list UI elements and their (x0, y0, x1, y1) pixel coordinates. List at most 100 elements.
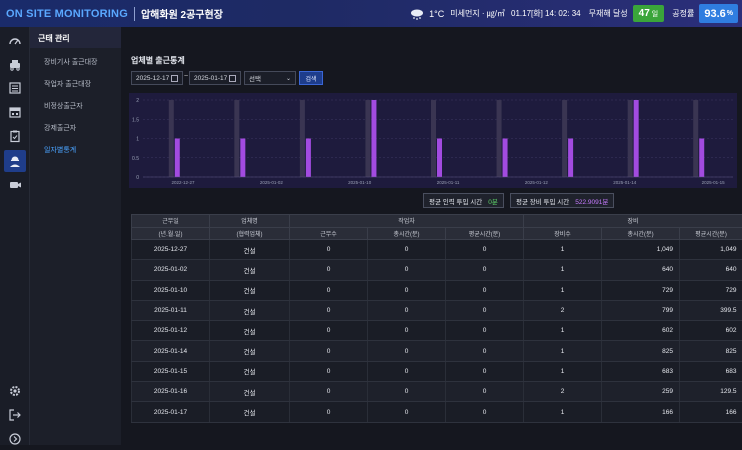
avg-worker-value: 0분 (488, 196, 498, 206)
table-cell: 1 (524, 321, 602, 341)
table-cell: 2 (524, 382, 602, 402)
table-row[interactable]: 2025-01-16건설0002259129.5 (132, 382, 742, 402)
table-cell: 0 (290, 341, 368, 361)
calendar-icon[interactable] (229, 75, 236, 82)
table-cell: 2025-01-16 (132, 382, 210, 402)
table-cell: 1 (524, 341, 602, 361)
table-cell: 0 (368, 402, 446, 422)
table-row[interactable]: 2025-12-27건설00011,0491,049 (132, 240, 742, 260)
list-icon[interactable] (4, 77, 26, 99)
table-cell: 0 (368, 321, 446, 341)
col-date-format: (년.월.일) (132, 227, 210, 240)
table-row[interactable]: 2025-01-17건설0001166166 (132, 402, 742, 422)
table-cell: 2 (524, 300, 602, 320)
table-cell: 0 (446, 300, 524, 320)
bar-equipment (437, 139, 442, 178)
calendar-icon[interactable] (4, 101, 26, 123)
table-row[interactable]: 2025-01-12건설0001602602 (132, 321, 742, 341)
table-cell: 건설 (210, 300, 290, 320)
x-tick-label: 2025-01-11 (437, 180, 460, 185)
bar-equipment (240, 139, 245, 178)
start-date-value: 2025-12-17 (136, 75, 169, 82)
table-cell: 729 (680, 280, 742, 300)
table-cell: 2025-01-10 (132, 280, 210, 300)
clipboard-icon[interactable] (4, 125, 26, 147)
table-cell: 건설 (210, 382, 290, 402)
avg-equip-label: 평균 장비 투입 시간 (516, 196, 569, 206)
col-partner: (협력업체) (210, 227, 290, 240)
table-cell: 2025-01-15 (132, 361, 210, 381)
dashboard-icon[interactable] (4, 30, 26, 52)
y-tick-label: 0.5 (132, 156, 139, 162)
x-tick-label: 2025-01-02 (260, 180, 284, 185)
table-cell: 건설 (210, 402, 290, 422)
bar-equipment (699, 139, 704, 178)
table-cell: 0 (446, 361, 524, 381)
table-cell: 2025-12-27 (132, 240, 210, 260)
table-cell: 683 (680, 361, 742, 381)
dust-level: 미세먼지 · ㎍/㎥ (450, 8, 505, 19)
table-cell: 건설 (210, 240, 290, 260)
nav-item-forced-attendance[interactable]: 강제출근자 (44, 123, 76, 133)
progress-unit: % (727, 10, 733, 17)
x-tick-label: 2025-01-10 (348, 180, 372, 185)
table-cell: 1,049 (680, 240, 742, 260)
table-cell: 0 (368, 361, 446, 381)
chevron-down-icon: ⌄ (286, 75, 291, 82)
table-cell: 602 (680, 321, 742, 341)
table-cell: 0 (446, 382, 524, 402)
table-cell: 0 (446, 321, 524, 341)
progress-value: 93.6 (704, 8, 725, 20)
x-tick-label: 2025-01-12 (525, 180, 549, 185)
expand-icon[interactable] (4, 428, 26, 450)
avg-worker-time: 평균 인력 투입 시간 0분 (423, 193, 504, 208)
nav-item-daily-stats[interactable]: 일자별통계 (44, 145, 76, 155)
bar-total (234, 100, 239, 177)
start-date-input[interactable]: 2025-12-17 (131, 71, 183, 85)
company-select-value: 선택 (249, 73, 261, 83)
settings-icon[interactable] (4, 380, 26, 402)
search-button[interactable]: 검색 (299, 71, 323, 85)
avg-equipment-time: 평균 장비 투입 시간 522.9091분 (510, 193, 614, 208)
stats-table-wrap: 근무일 업체명 작업자 장비 (년.월.일) (협력업체) 근무수 총시간(분)… (131, 214, 742, 423)
table-cell: 0 (290, 280, 368, 300)
table-row[interactable]: 2025-01-02건설0001640640 (132, 260, 742, 280)
table-cell: 2025-01-14 (132, 341, 210, 361)
nav-item-worker-attendance[interactable]: 작업자 출근대장 (44, 79, 91, 89)
bar-total (431, 100, 436, 177)
table-row[interactable]: 2025-01-14건설0001825825 (132, 341, 742, 361)
nav-item-operator-attendance[interactable]: 장비기사 출근대장 (44, 57, 97, 67)
nav-item-abnormal-attendance[interactable]: 비정상출근자 (44, 101, 83, 111)
bar-total (300, 100, 305, 177)
calendar-icon[interactable] (171, 75, 178, 82)
y-tick-label: 2 (136, 98, 139, 104)
bar-equipment (306, 139, 311, 178)
table-cell: 0 (290, 361, 368, 381)
table-cell: 0 (290, 240, 368, 260)
company-select[interactable]: 선택 ⌄ (244, 71, 296, 85)
col-worker-total: 총시간(분) (368, 227, 446, 240)
bar-equipment (568, 139, 573, 178)
site-name: 압해화원 2공구현장 (141, 6, 223, 21)
end-date-input[interactable]: 2025-01-17 (189, 71, 241, 85)
x-tick-label: 2025-01-14 (613, 180, 637, 185)
col-company: 업체명 (210, 215, 290, 228)
logout-icon[interactable] (4, 404, 26, 426)
brand-title[interactable]: ON SITE MONITORING (0, 8, 128, 20)
table-cell: 2025-01-12 (132, 321, 210, 341)
camera-icon[interactable] (4, 174, 26, 196)
table-cell: 0 (368, 341, 446, 361)
bar-total (693, 100, 698, 177)
sidenav-title: 근태 관리 (30, 27, 121, 48)
bar-total (365, 100, 370, 177)
col-group-equipment: 장비 (524, 215, 742, 228)
equipment-icon[interactable] (4, 53, 26, 75)
table-row[interactable]: 2025-01-11건설0002799399.5 (132, 300, 742, 320)
table-row[interactable]: 2025-01-10건설0001729729 (132, 280, 742, 300)
worker-icon[interactable] (4, 150, 26, 172)
col-equip-total: 총시간(분) (602, 227, 680, 240)
table-row[interactable]: 2025-01-15건설0001683683 (132, 361, 742, 381)
stats-table: 근무일 업체명 작업자 장비 (년.월.일) (협력업체) 근무수 총시간(분)… (131, 214, 742, 423)
table-cell: 799 (602, 300, 680, 320)
accident-free-badge: 47일 (633, 5, 665, 22)
